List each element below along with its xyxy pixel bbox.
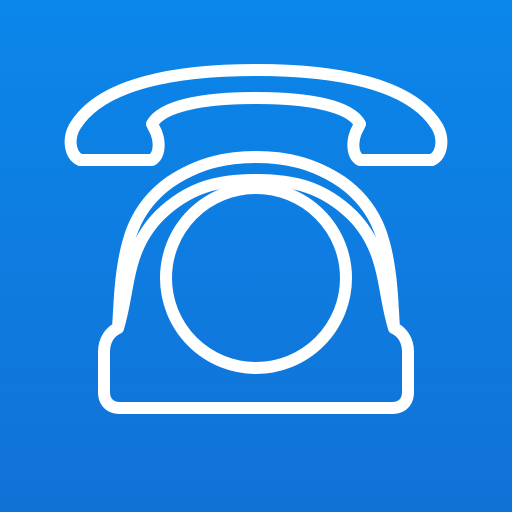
- telephone-icon: [0, 0, 512, 512]
- icon-background: [0, 0, 512, 512]
- app-icon: [0, 0, 512, 512]
